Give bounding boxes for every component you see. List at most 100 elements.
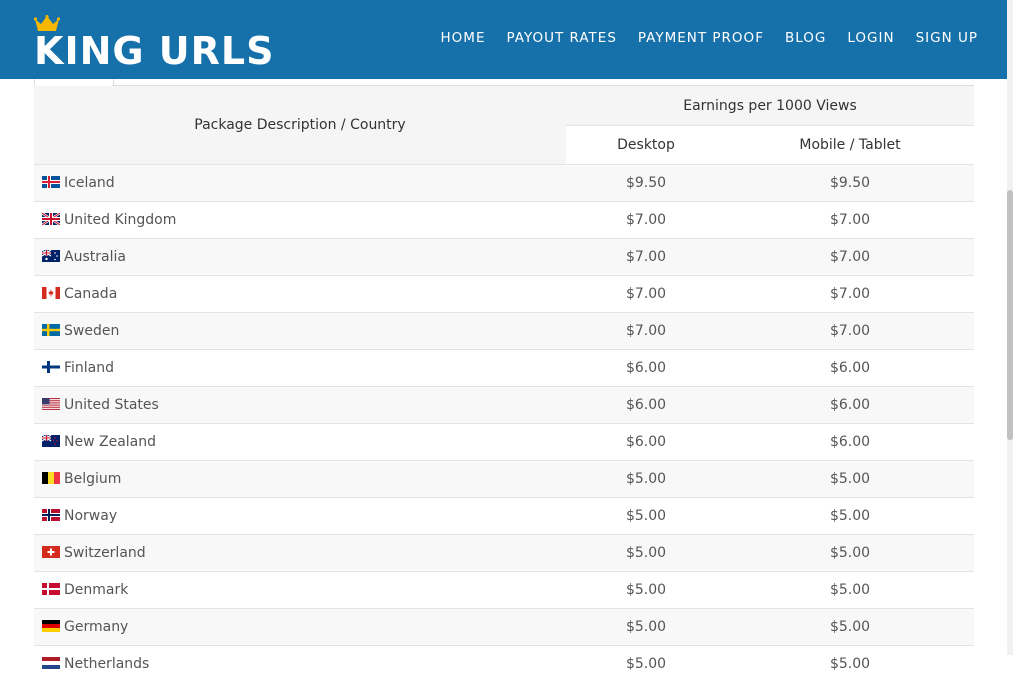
- payout-rates-table: Package Description / Country Earnings p…: [34, 86, 974, 682]
- table-row: Australia $7.00$7.00: [34, 239, 974, 276]
- flag-sweden-icon: [42, 324, 60, 336]
- country-cell: Netherlands: [34, 646, 566, 682]
- page-scrollbar[interactable]: [1007, 0, 1013, 655]
- country-name: Germany: [64, 619, 128, 635]
- scrollbar-thumb[interactable]: [1007, 190, 1013, 440]
- header-earnings: Earnings per 1000 Views: [566, 86, 974, 126]
- nav-home[interactable]: HOME: [441, 30, 486, 46]
- table-row: Sweden $7.00$7.00: [34, 313, 974, 350]
- country-name: Belgium: [64, 471, 121, 487]
- main-nav: HOME PAYOUT RATES PAYMENT PROOF BLOG LOG…: [420, 30, 978, 46]
- country-name: Finland: [64, 360, 114, 376]
- country-name: Switzerland: [64, 545, 146, 561]
- flag-australia-icon: [42, 250, 60, 262]
- country-cell: United States: [34, 387, 566, 424]
- mobile-rate: $5.00: [726, 646, 974, 682]
- mobile-rate: $7.00: [726, 276, 974, 313]
- desktop-rate: $6.00: [566, 424, 726, 461]
- country-name: Denmark: [64, 582, 128, 598]
- table-body: Iceland$9.50$9.50United Kingdom$7.00$7.0…: [34, 165, 974, 682]
- table-row: Finland $6.00$6.00: [34, 350, 974, 387]
- desktop-rate: $5.00: [566, 646, 726, 682]
- desktop-rate: $5.00: [566, 498, 726, 535]
- header-package-country: Package Description / Country: [34, 86, 566, 165]
- flag-iceland-icon: [42, 176, 60, 188]
- table-row: Norway $5.00$5.00: [34, 498, 974, 535]
- table-tab[interactable]: [34, 79, 114, 86]
- country-name: Norway: [64, 508, 117, 524]
- desktop-rate: $5.00: [566, 461, 726, 498]
- header-desktop: Desktop: [566, 126, 726, 165]
- mobile-rate: $5.00: [726, 535, 974, 572]
- country-name: Sweden: [64, 323, 119, 339]
- desktop-rate: $7.00: [566, 276, 726, 313]
- mobile-rate: $6.00: [726, 424, 974, 461]
- logo-text: KING URLS: [34, 29, 275, 73]
- country-cell: Switzerland: [34, 535, 566, 572]
- country-cell: Norway: [34, 498, 566, 535]
- country-cell: Australia: [34, 239, 566, 276]
- mobile-rate: $6.00: [726, 350, 974, 387]
- flag-canada-icon: [42, 287, 60, 299]
- table-row: Belgium $5.00$5.00: [34, 461, 974, 498]
- nav-payment-proof[interactable]: PAYMENT PROOF: [638, 30, 764, 46]
- flag-netherlands-icon: [42, 657, 60, 669]
- table-row: Iceland $9.50$9.50: [34, 165, 974, 202]
- country-cell: Canada: [34, 276, 566, 313]
- table-row: Canada $7.00$7.00: [34, 276, 974, 313]
- country-name: United States: [64, 397, 159, 413]
- table-row: Germany $5.00$5.00: [34, 609, 974, 646]
- desktop-rate: $7.00: [566, 202, 726, 239]
- country-name: Canada: [64, 286, 117, 302]
- country-cell: Belgium: [34, 461, 566, 498]
- country-name: New Zealand: [64, 434, 156, 450]
- country-cell: Iceland: [34, 165, 566, 202]
- desktop-rate: $6.00: [566, 350, 726, 387]
- header-mobile: Mobile / Tablet: [726, 126, 974, 165]
- country-name: Australia: [64, 249, 126, 265]
- mobile-rate: $6.00: [726, 387, 974, 424]
- desktop-rate: $5.00: [566, 572, 726, 609]
- country-cell: Germany: [34, 609, 566, 646]
- desktop-rate: $7.00: [566, 239, 726, 276]
- desktop-rate: $6.00: [566, 387, 726, 424]
- desktop-rate: $7.00: [566, 313, 726, 350]
- desktop-rate: $5.00: [566, 609, 726, 646]
- country-name: United Kingdom: [64, 212, 176, 228]
- table-row: United States $6.00$6.00: [34, 387, 974, 424]
- country-name: Netherlands: [64, 656, 149, 672]
- mobile-rate: $5.00: [726, 461, 974, 498]
- table-row: Netherlands $5.00$5.00: [34, 646, 974, 682]
- flag-denmark-icon: [42, 583, 60, 595]
- country-cell: Sweden: [34, 313, 566, 350]
- flag-belgium-icon: [42, 472, 60, 484]
- flag-switzerland-icon: [42, 546, 60, 558]
- table-row: New Zealand $6.00$6.00: [34, 424, 974, 461]
- desktop-rate: $9.50: [566, 165, 726, 202]
- mobile-rate: $5.00: [726, 572, 974, 609]
- mobile-rate: $7.00: [726, 239, 974, 276]
- country-name: Iceland: [64, 175, 115, 191]
- nav-blog[interactable]: BLOG: [785, 30, 826, 46]
- nav-login[interactable]: LOGIN: [847, 30, 894, 46]
- flag-germany-icon: [42, 620, 60, 632]
- table-row: United Kingdom $7.00$7.00: [34, 202, 974, 239]
- mobile-rate: $7.00: [726, 202, 974, 239]
- table-row: Switzerland $5.00$5.00: [34, 535, 974, 572]
- flag-norway-icon: [42, 509, 60, 521]
- flag-uk-icon: [42, 213, 60, 225]
- flag-us-icon: [42, 398, 60, 410]
- mobile-rate: $7.00: [726, 313, 974, 350]
- nav-sign-up[interactable]: SIGN UP: [916, 30, 978, 46]
- table-row: Denmark $5.00$5.00: [34, 572, 974, 609]
- mobile-rate: $5.00: [726, 498, 974, 535]
- country-cell: United Kingdom: [34, 202, 566, 239]
- nav-payout-rates[interactable]: PAYOUT RATES: [507, 30, 617, 46]
- flag-newzealand-icon: [42, 435, 60, 447]
- flag-finland-icon: [42, 361, 60, 373]
- country-cell: Denmark: [34, 572, 566, 609]
- desktop-rate: $5.00: [566, 535, 726, 572]
- mobile-rate: $9.50: [726, 165, 974, 202]
- country-cell: New Zealand: [34, 424, 566, 461]
- mobile-rate: $5.00: [726, 609, 974, 646]
